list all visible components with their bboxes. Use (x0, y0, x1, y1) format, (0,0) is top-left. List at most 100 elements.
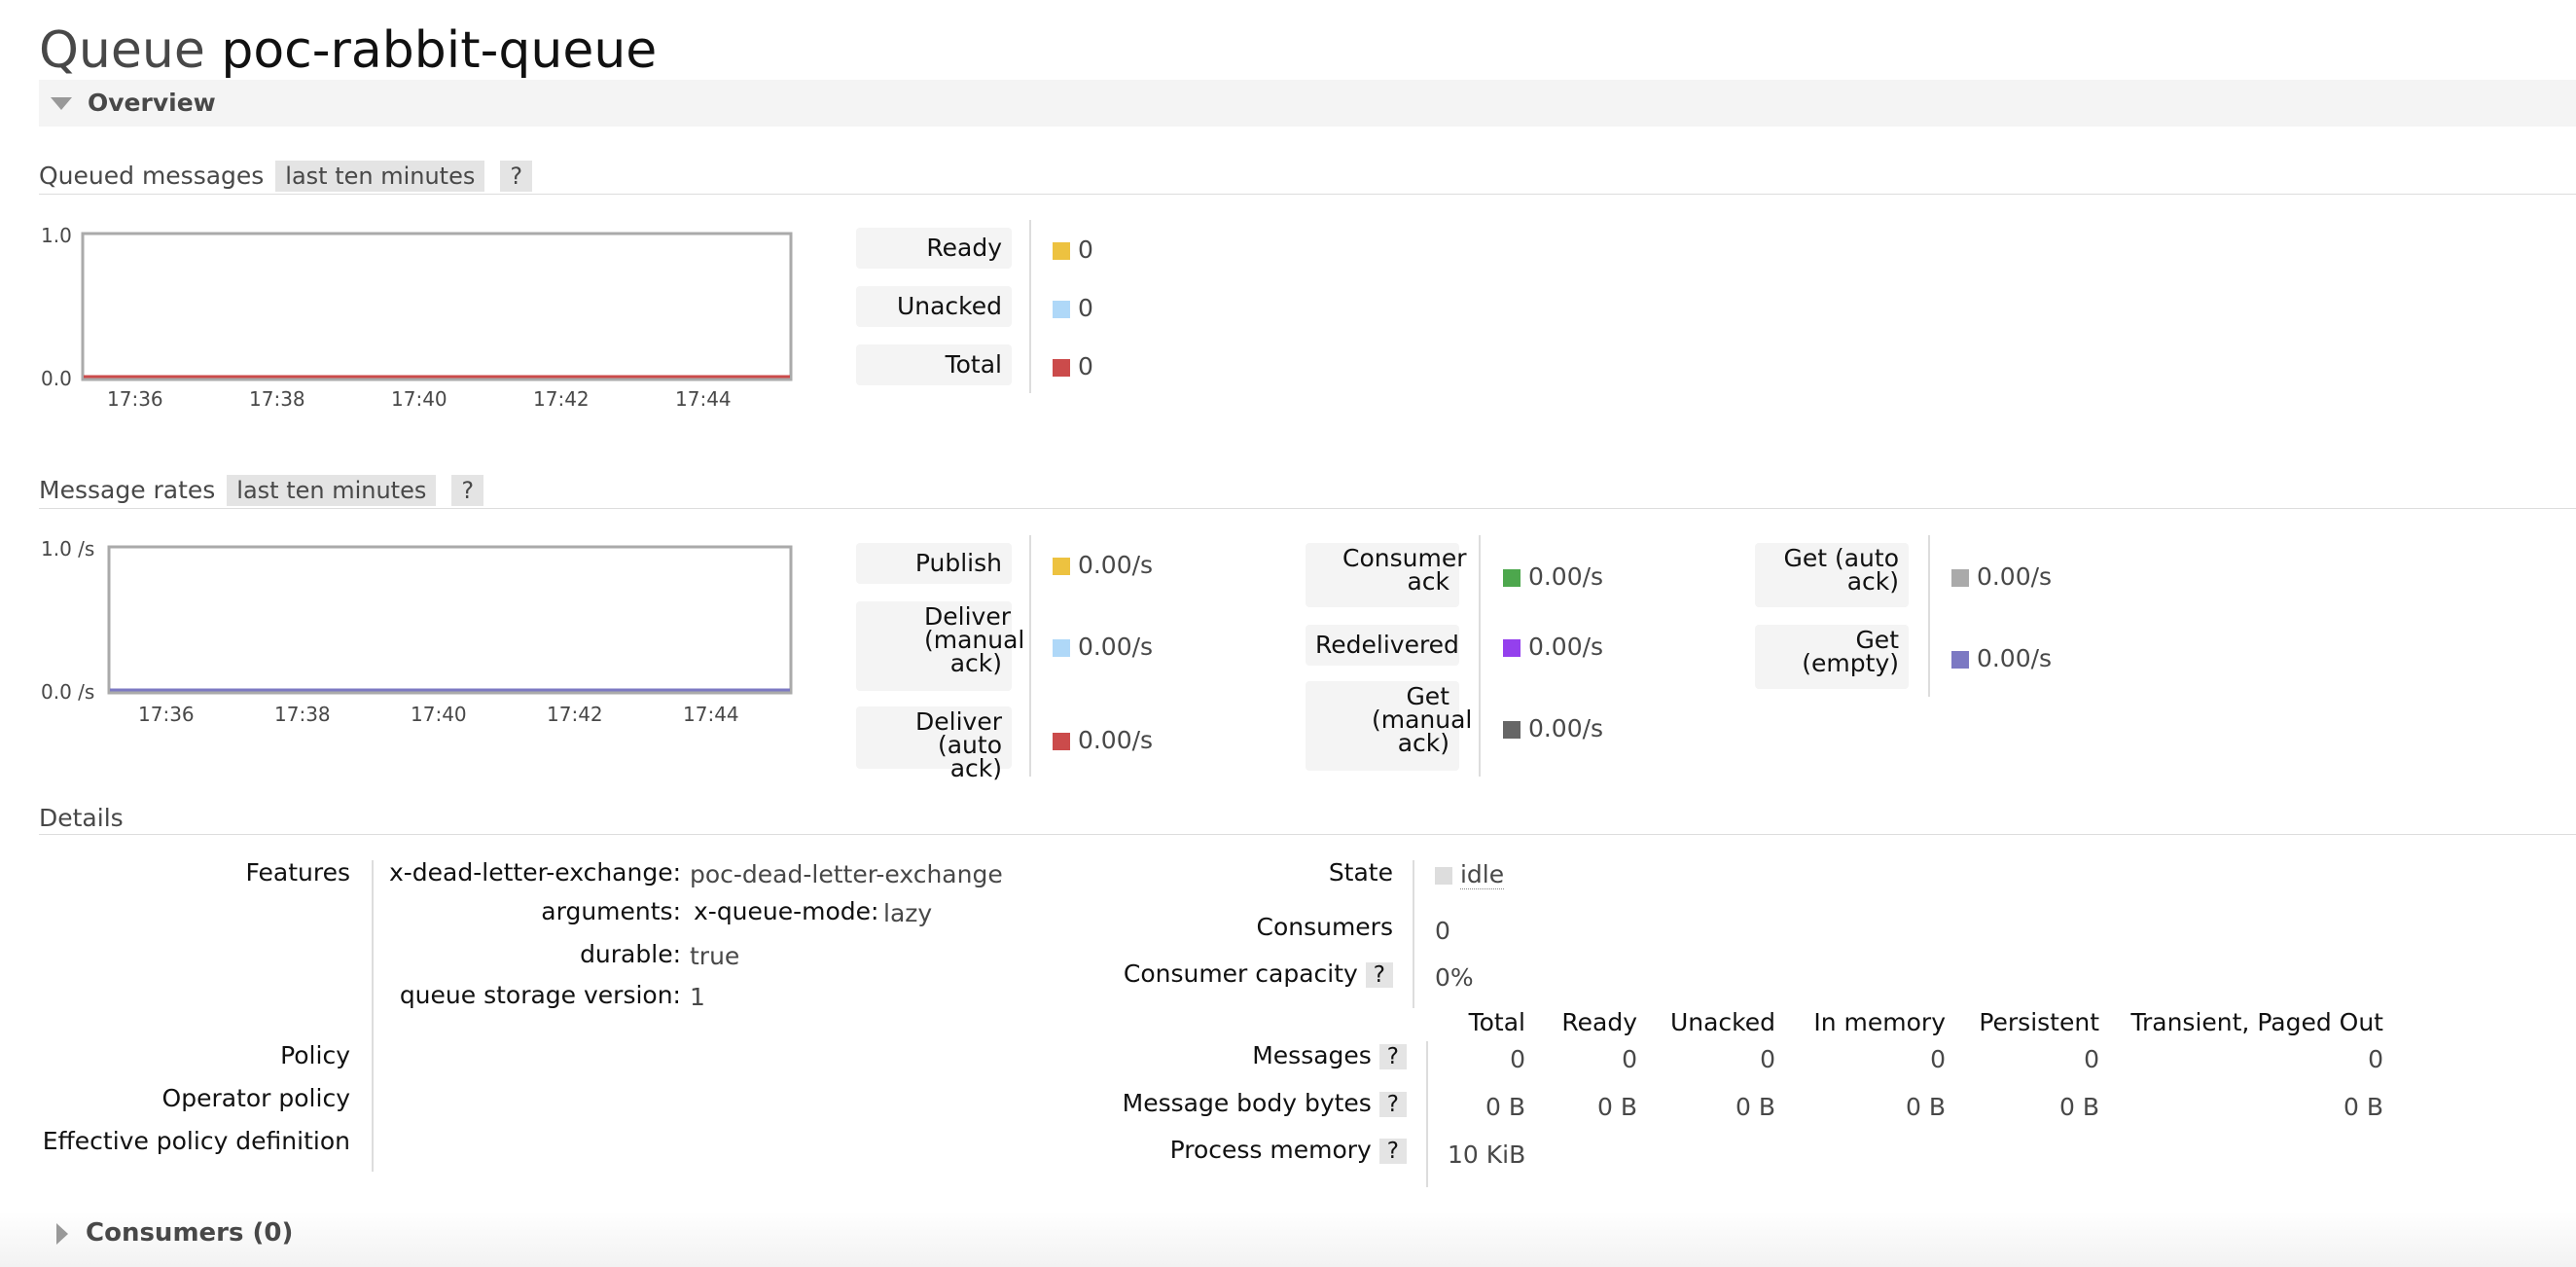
x-tick: 17:38 (249, 387, 305, 411)
queued-messages-header: Queued messages last ten minutes ? (39, 161, 533, 192)
queue-storage-version-key: queue storage version: (399, 981, 681, 1009)
messages-total: 0 (1510, 1045, 1525, 1073)
legend-get-manual-value: 0.00/s (1503, 714, 1603, 742)
queue-name: poc-rabbit-queue (221, 21, 658, 80)
body-bytes-total: 0 B (1485, 1093, 1525, 1121)
consumer-ack-swatch (1503, 569, 1521, 587)
deliver-auto-swatch (1053, 733, 1070, 750)
overview-section-toggle[interactable]: Overview (39, 80, 2576, 127)
publish-swatch (1053, 558, 1070, 575)
consumer-capacity-value: 0% (1435, 963, 1474, 992)
messages-help-button[interactable]: ? (1378, 1044, 1407, 1069)
col-transient-paged-out: Transient, Paged Out (2130, 1008, 2383, 1036)
legend-unacked-label: Unacked (856, 286, 1012, 327)
arguments-key: arguments: (541, 897, 681, 925)
legend-publish-value: 0.00/s (1053, 551, 1153, 579)
message-rates-header: Message rates last ten minutes ? (39, 475, 484, 506)
legend-get-manual-label: Get (manual ack) (1306, 681, 1472, 771)
queued-messages-title: Queued messages (39, 162, 265, 190)
legend-consumer-ack-value: 0.00/s (1503, 562, 1603, 591)
x-tick: 17:42 (533, 387, 590, 411)
message-rates-chart: 1.0 /s 0.0 /s 17:36 17:38 17:40 17:42 17… (39, 537, 807, 732)
consumer-capacity-label: Consumer capacity (1123, 959, 1358, 988)
plot-area (81, 232, 793, 381)
y-tick: 1.0 (41, 224, 72, 247)
legend-deliver-auto-label: Deliver (auto ack) (856, 706, 1012, 780)
consumer-capacity-row: Consumer capacity ? (1070, 959, 1393, 988)
x-tick: 17:36 (138, 703, 195, 726)
features-label: Features (245, 858, 351, 887)
body-bytes-help-button[interactable]: ? (1378, 1092, 1407, 1117)
rates-range-selector[interactable]: last ten minutes (227, 475, 437, 506)
process-memory-label: Process memory (1169, 1136, 1372, 1164)
legend-total-label: Total (856, 344, 1012, 385)
durable-value: true (690, 942, 740, 970)
durable-key: durable: (580, 940, 681, 968)
consumers-label: Consumers (1256, 913, 1393, 941)
consumers-value: 0 (1435, 917, 1450, 945)
queue-mode-value: lazy (883, 899, 933, 927)
legend-get-auto-value: 0.00/s (1951, 562, 2052, 591)
body-bytes-in-memory: 0 B (1905, 1093, 1946, 1121)
get-empty-swatch (1951, 651, 1969, 669)
x-tick: 17:38 (274, 703, 331, 726)
legend-redelivered-value: 0.00/s (1503, 633, 1603, 661)
effective-policy-label: Effective policy definition (42, 1127, 350, 1155)
divider (39, 508, 2576, 509)
messages-transient: 0 (2368, 1045, 2383, 1073)
messages-ready: 0 (1622, 1045, 1637, 1073)
x-tick: 17:44 (675, 387, 732, 411)
legend-ready-label: Ready (856, 228, 1012, 269)
y-tick: 0.0 /s (41, 680, 94, 704)
total-swatch (1053, 359, 1070, 377)
legend-deliver-manual-value: 0.00/s (1053, 633, 1153, 661)
divider (39, 194, 2576, 195)
body-bytes-persistent: 0 B (2058, 1093, 2099, 1121)
process-memory-value: 10 KiB (1448, 1140, 1526, 1169)
state-value: idle (1435, 860, 1505, 889)
body-bytes-unacked: 0 B (1735, 1093, 1775, 1121)
process-memory-row-label: Process memory ? (1070, 1136, 1407, 1164)
get-manual-swatch (1503, 721, 1521, 739)
process-memory-help-button[interactable]: ? (1378, 1139, 1407, 1164)
queue-mode-key: x-queue-mode: (694, 897, 879, 925)
consumers-section-label: Consumers (0) (86, 1218, 294, 1248)
dlx-key: x-dead-letter-exchange: (388, 858, 681, 887)
col-unacked: Unacked (1669, 1008, 1775, 1036)
legend-ready-value: 0 (1053, 235, 1093, 264)
unacked-swatch (1053, 301, 1070, 318)
x-tick: 17:36 (107, 387, 163, 411)
body-bytes-ready: 0 B (1596, 1093, 1637, 1121)
page-title: Queue poc-rabbit-queue (39, 21, 657, 80)
capacity-help-button[interactable]: ? (1365, 962, 1393, 988)
plot-area (107, 545, 793, 695)
queued-messages-chart: 1.0 0.0 17:36 17:38 17:40 17:42 17:44 (39, 224, 807, 418)
col-in-memory: In memory (1813, 1008, 1946, 1036)
queued-help-button[interactable]: ? (500, 161, 533, 192)
details-title: Details (39, 804, 124, 832)
legend-unacked-value: 0 (1053, 294, 1093, 322)
x-tick: 17:40 (391, 387, 447, 411)
overview-label: Overview (88, 89, 216, 117)
redelivered-swatch (1503, 639, 1521, 657)
col-persistent: Persistent (1979, 1008, 2099, 1036)
legend-divider (1928, 535, 1930, 697)
legend-divider (1479, 535, 1481, 777)
legend-get-auto-label: Get (auto ack) (1755, 543, 1909, 607)
legend-publish-label: Publish (856, 543, 1012, 584)
legend-consumer-ack-label: Consumer ack (1306, 543, 1466, 607)
details-divider (1413, 860, 1414, 1008)
operator-policy-label: Operator policy (161, 1084, 350, 1112)
dlx-value: poc-dead-letter-exchange (690, 860, 1003, 888)
x-tick: 17:40 (411, 703, 467, 726)
rates-help-button[interactable]: ? (451, 475, 484, 506)
legend-get-empty-value: 0.00/s (1951, 644, 2052, 672)
deliver-manual-swatch (1053, 639, 1070, 657)
details-divider (372, 860, 374, 1172)
body-bytes-row-label: Message body bytes ? (1070, 1089, 1407, 1117)
state-label: State (1328, 858, 1393, 887)
consumers-section-toggle[interactable]: Consumers (0) (0, 1212, 2576, 1267)
messages-unacked: 0 (1760, 1045, 1775, 1073)
state-idle-indicator (1435, 867, 1452, 885)
queued-range-selector[interactable]: last ten minutes (275, 161, 485, 192)
